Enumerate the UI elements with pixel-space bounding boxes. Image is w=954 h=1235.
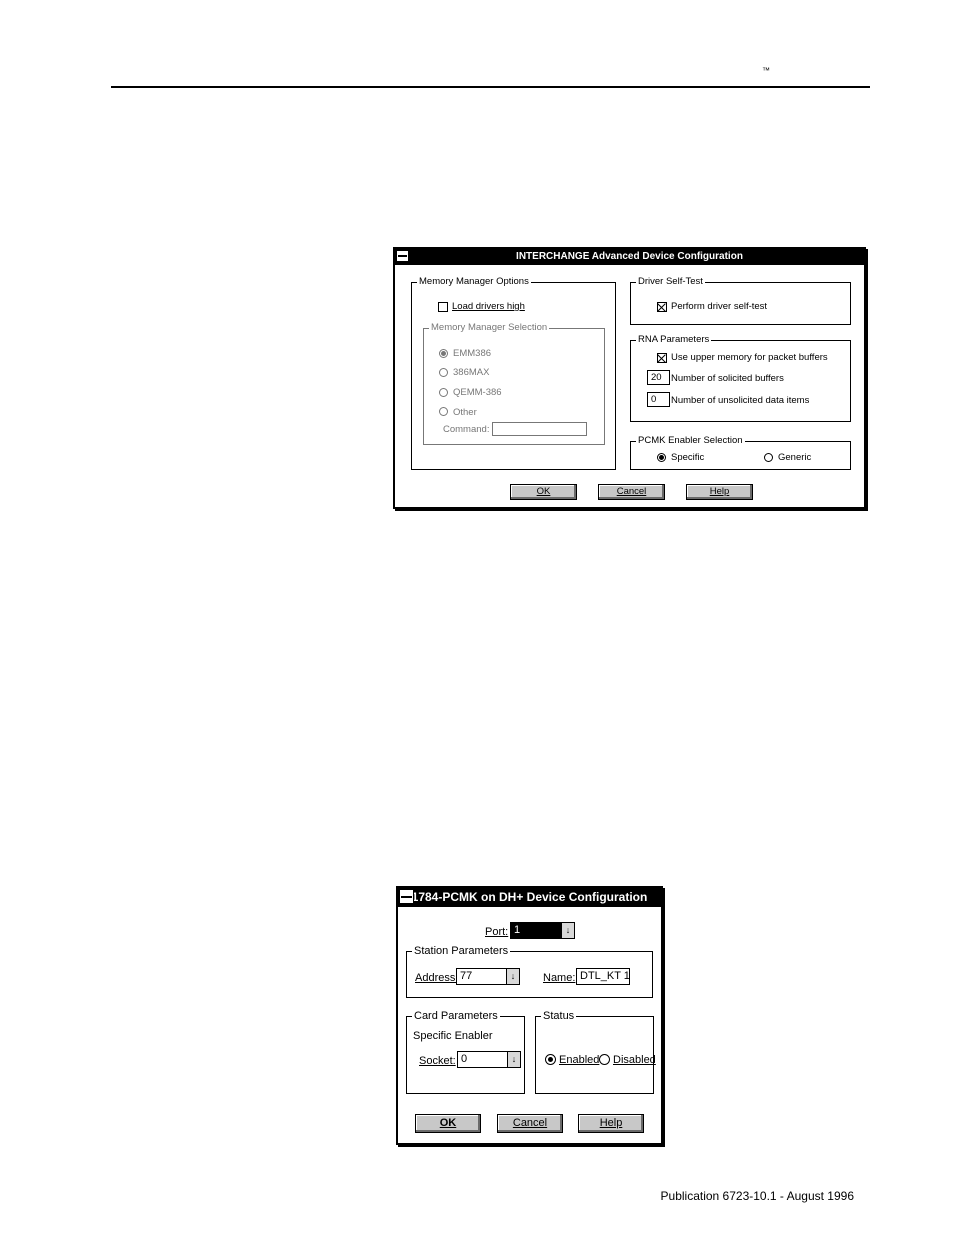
publication-footer: Publication 6723-10.1 - August 1996 (660, 1189, 854, 1203)
pcmk-device-config-dialog: 1784-PCMK on DH+ Device Configuration Po… (396, 886, 663, 1145)
386max-label: 386MAX (453, 367, 490, 378)
advanced-device-config-dialog: INTERCHANGE Advanced Device Configuratio… (393, 247, 866, 509)
header-rule (111, 86, 870, 88)
dropdown-arrow-icon[interactable]: ↓ (561, 923, 574, 938)
port-value: 1 (514, 924, 521, 936)
dialog-title: 1784-PCMK on DH+ Device Configuration (411, 890, 648, 904)
help-button[interactable]: Help (578, 1114, 644, 1133)
386max-radio[interactable] (439, 368, 448, 377)
unsolicited-items-label: Number of unsolicited data items (671, 395, 810, 406)
memory-manager-selection-legend: Memory Manager Selection (429, 322, 550, 334)
socket-label: Socket: (419, 1055, 456, 1067)
enabled-label: Enabled (559, 1054, 600, 1066)
system-menu-icon[interactable] (399, 889, 414, 904)
perform-self-test-label: Perform driver self-test (671, 301, 768, 312)
emm386-label: EMM386 (453, 348, 492, 359)
rna-parameters-legend: RNA Parameters (636, 334, 712, 346)
memory-manager-options-legend: Memory Manager Options (417, 276, 531, 288)
status-group: Status Enabled Disabled (535, 1009, 656, 1094)
driver-self-test-group: Driver Self-Test Perform driver self-tes… (630, 276, 851, 325)
station-parameters-legend: Station Parameters (412, 944, 511, 958)
dropdown-arrow-icon[interactable]: ↓ (507, 1052, 520, 1067)
trademark: ™ (762, 66, 770, 75)
name-input[interactable]: DTL_KT 1 (576, 968, 630, 985)
rna-parameters-group: RNA Parameters Use upper memory for pack… (630, 334, 851, 422)
disabled-label: Disabled (613, 1054, 656, 1066)
generic-radio[interactable] (764, 453, 773, 462)
specific-radio[interactable] (657, 453, 666, 462)
unsolicited-items-input[interactable]: 0 (647, 392, 670, 407)
emm386-radio[interactable] (439, 349, 448, 358)
specific-label: Specific (671, 452, 705, 463)
ok-button[interactable]: OK (510, 484, 577, 500)
upper-memory-label: Use upper memory for packet buffers (671, 352, 828, 363)
dialog-title-bar: INTERCHANGE Advanced Device Configuratio… (395, 249, 864, 265)
dialog-title-bar: 1784-PCMK on DH+ Device Configuration (398, 888, 661, 907)
pcmk-enabler-legend: PCMK Enabler Selection (636, 435, 745, 447)
qemm386-radio[interactable] (439, 388, 448, 397)
specific-enabler-text: Specific Enabler (413, 1030, 493, 1042)
address-select[interactable]: 77 ↓ (456, 968, 520, 985)
ok-button[interactable]: OK (415, 1114, 481, 1133)
port-select[interactable]: 1 ↓ (510, 922, 575, 939)
cancel-button[interactable]: Cancel (497, 1114, 563, 1133)
socket-value: 0 (461, 1053, 468, 1065)
generic-label: Generic (778, 452, 812, 463)
cancel-button[interactable]: Cancel (598, 484, 665, 500)
name-label: Name: (543, 972, 576, 984)
status-legend: Status (541, 1009, 577, 1023)
enabled-radio[interactable] (545, 1054, 556, 1065)
memory-manager-options-group: Memory Manager Options Load drivers high… (411, 276, 616, 470)
command-input[interactable] (492, 422, 587, 436)
address-value: 77 (460, 970, 473, 982)
other-radio[interactable] (439, 407, 448, 416)
station-parameters-group: Station Parameters Address: 77 ↓ Name: D… (406, 944, 653, 998)
command-label: Command: (443, 424, 490, 435)
socket-select[interactable]: 0 ↓ (457, 1051, 521, 1068)
help-button[interactable]: Help (686, 484, 753, 500)
card-parameters-legend: Card Parameters (412, 1009, 500, 1023)
other-label: Other (453, 407, 477, 418)
pcmk-enabler-group: PCMK Enabler Selection Specific Generic (630, 435, 851, 470)
port-label: Port: (485, 926, 509, 938)
solicited-buffers-input[interactable]: 20 (647, 370, 670, 385)
qemm386-label: QEMM-386 (453, 387, 502, 398)
disabled-radio[interactable] (599, 1054, 610, 1065)
dropdown-arrow-icon[interactable]: ↓ (506, 969, 519, 984)
perform-self-test-checkbox[interactable] (657, 302, 667, 312)
memory-manager-selection-group: Memory Manager Selection EMM386 386MAX Q… (423, 322, 605, 445)
load-drivers-high-checkbox[interactable] (438, 302, 448, 312)
system-menu-icon[interactable] (396, 250, 409, 262)
solicited-buffers-label: Number of solicited buffers (671, 373, 784, 384)
card-parameters-group: Card Parameters Specific Enabler Socket:… (406, 1009, 525, 1094)
address-label: Address: (415, 972, 459, 984)
dialog-title: INTERCHANGE Advanced Device Configuratio… (516, 251, 743, 262)
load-drivers-high-label: Load drivers high (452, 301, 525, 312)
driver-self-test-legend: Driver Self-Test (636, 276, 705, 288)
upper-memory-checkbox[interactable] (657, 353, 667, 363)
